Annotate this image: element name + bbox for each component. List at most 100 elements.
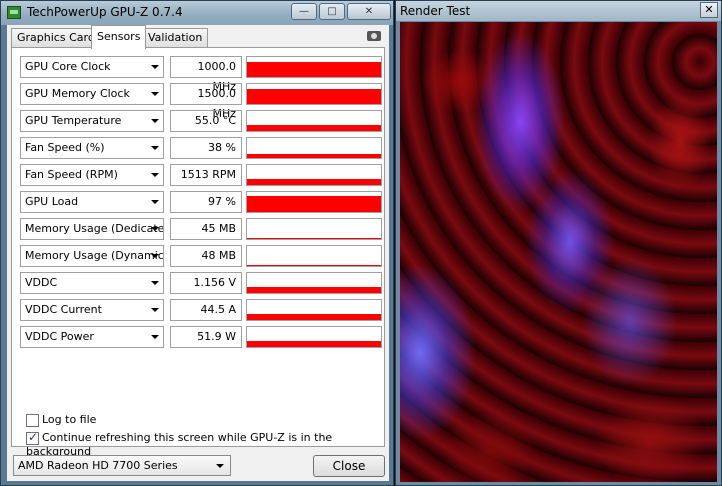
chevron-down-icon: [151, 92, 159, 96]
sensor-graph-fill: [247, 314, 381, 320]
sensor-name-dropdown[interactable]: GPU Load: [20, 191, 164, 213]
sensor-name-label: GPU Temperature: [25, 114, 122, 127]
minimize-button[interactable]: —: [291, 3, 317, 20]
chevron-down-icon: [151, 254, 159, 258]
gpuz-titlebar[interactable]: TechPowerUp GPU-Z 0.7.4 — □ ✕: [1, 1, 393, 25]
sensor-graph: [246, 83, 382, 105]
sensor-name-label: VDDC: [25, 276, 58, 289]
sensor-name-label: GPU Core Clock: [25, 60, 111, 73]
sensor-name-label: GPU Load: [25, 195, 79, 208]
render-test-window: Render Test ✕: [395, 0, 722, 486]
close-window-button[interactable]: ✕: [347, 3, 391, 20]
sensor-name-dropdown[interactable]: VDDC Current: [20, 299, 164, 321]
sensor-name-label: Fan Speed (%): [25, 141, 105, 154]
chevron-down-icon: [151, 65, 159, 69]
render-test-close-button[interactable]: ✕: [700, 2, 718, 18]
sensor-graph-fill: [247, 62, 381, 77]
sensor-graph: [246, 326, 382, 348]
tab-validation[interactable]: Validation: [142, 28, 209, 48]
sensors-panel: GPU Core Clock 1000.0 MHz GPU Memory Clock…: [11, 47, 385, 458]
sensor-name-label: VDDC Current: [25, 303, 102, 316]
sensor-graph: [246, 272, 382, 294]
log-to-file-checkbox[interactable]: [26, 413, 39, 427]
sensor-graph: [246, 218, 382, 240]
sensor-row: GPU Core Clock 1000.0 MHz: [20, 56, 384, 93]
sensor-row: Fan Speed (%) 38 %: [20, 137, 384, 159]
continue-refresh-option[interactable]: Continue refreshing this screen while GP…: [26, 430, 384, 458]
sensor-row: GPU Memory Clock 1500.0 MHz: [20, 83, 384, 120]
sensor-value: 97 %: [170, 191, 242, 213]
sensor-value: 1500.0 MHz: [170, 83, 242, 120]
chevron-down-icon: [216, 464, 224, 468]
sensor-graph: [246, 56, 382, 78]
continue-refresh-checkbox[interactable]: [26, 430, 39, 445]
chevron-down-icon: [151, 335, 159, 339]
sensor-value: 44.5 A: [170, 299, 242, 321]
sensor-graph: [246, 137, 382, 159]
log-to-file-label: Log to file: [42, 413, 97, 426]
sensor-graph-fill: [247, 125, 381, 131]
sensor-name-label: Memory Usage (Dynamic): [25, 249, 164, 262]
maximize-button[interactable]: □: [319, 3, 345, 20]
sensor-value: 51.9 W: [170, 326, 242, 348]
sensor-graph-fill: [247, 287, 381, 293]
chevron-down-icon: [151, 173, 159, 177]
sensor-graph-fill: [247, 89, 381, 104]
log-to-file-option[interactable]: Log to file: [26, 413, 96, 429]
sensor-graph-fill: [247, 238, 381, 239]
close-button[interactable]: Close: [313, 455, 385, 477]
chevron-down-icon: [151, 227, 159, 231]
sensor-row: GPU Temperature 55.0 °C: [20, 110, 384, 132]
sensor-graph: [246, 299, 382, 321]
sensor-name-dropdown[interactable]: GPU Temperature: [20, 110, 164, 132]
sensor-name-dropdown[interactable]: Memory Usage (Dynamic): [20, 245, 164, 267]
sensor-name-dropdown[interactable]: Memory Usage (Dedicated): [20, 218, 164, 240]
sensor-row: Fan Speed (RPM) 1513 RPM: [20, 164, 384, 186]
sensor-row: VDDC Current 44.5 A: [20, 299, 384, 321]
chevron-down-icon: [151, 308, 159, 312]
gpuz-window-title: TechPowerUp GPU-Z 0.7.4: [27, 5, 183, 19]
sensor-name-label: Memory Usage (Dedicated): [25, 222, 164, 235]
tab-sensors[interactable]: Sensors: [91, 25, 147, 49]
gpu-select-value: AMD Radeon HD 7700 Series: [18, 459, 178, 472]
sensor-graph-fill: [247, 154, 381, 158]
render-test-canvas: [400, 22, 717, 482]
gpuz-window: TechPowerUp GPU-Z 0.7.4 — □ ✕ Graphics C…: [0, 0, 394, 486]
sensor-row: VDDC 1.156 V: [20, 272, 384, 294]
gpu-select-dropdown[interactable]: AMD Radeon HD 7700 Series: [13, 455, 231, 476]
sensor-name-dropdown[interactable]: Fan Speed (RPM): [20, 164, 164, 186]
tab-graphics-card[interactable]: Graphics Card: [11, 28, 101, 48]
camera-icon[interactable]: [367, 31, 381, 41]
sensor-name-label: Fan Speed (RPM): [25, 168, 118, 181]
sensor-row: Memory Usage (Dedicated) 45 MB: [20, 218, 384, 240]
sensor-name-dropdown[interactable]: Fan Speed (%): [20, 137, 164, 159]
sensor-name-dropdown[interactable]: GPU Core Clock: [20, 56, 164, 78]
chevron-down-icon: [151, 119, 159, 123]
sensor-graph: [246, 191, 382, 213]
sensor-value: 1000.0 MHz: [170, 56, 242, 93]
sensor-graph-fill: [247, 265, 381, 266]
sensor-name-dropdown[interactable]: VDDC Power: [20, 326, 164, 348]
chevron-down-icon: [151, 146, 159, 150]
sensor-row: VDDC Power 51.9 W: [20, 326, 384, 348]
sensor-value: 55.0 °C: [170, 110, 242, 132]
sensor-value: 45 MB: [170, 218, 242, 240]
sensor-name-dropdown[interactable]: GPU Memory Clock: [20, 83, 164, 105]
sensor-value: 1.156 V: [170, 272, 242, 294]
sensor-graph-fill: [247, 196, 381, 212]
sensor-value: 38 %: [170, 137, 242, 159]
render-test-titlebar[interactable]: Render Test ✕: [396, 1, 721, 21]
sensor-row: GPU Load 97 %: [20, 191, 384, 213]
gpuz-client-area: Graphics Card Sensors Validation GPU Cor…: [7, 25, 389, 481]
sensor-graph-fill: [247, 179, 381, 185]
sensor-value: 1513 RPM: [170, 164, 242, 186]
sensor-name-label: VDDC Power: [25, 330, 94, 343]
sensor-graph-fill: [247, 341, 381, 347]
sensor-graph: [246, 164, 382, 186]
sensor-row: Memory Usage (Dynamic) 48 MB: [20, 245, 384, 267]
sensor-graph: [246, 245, 382, 267]
chevron-down-icon: [151, 281, 159, 285]
sensor-name-dropdown[interactable]: VDDC: [20, 272, 164, 294]
sensor-name-label: GPU Memory Clock: [25, 87, 130, 100]
sensor-graph: [246, 110, 382, 132]
